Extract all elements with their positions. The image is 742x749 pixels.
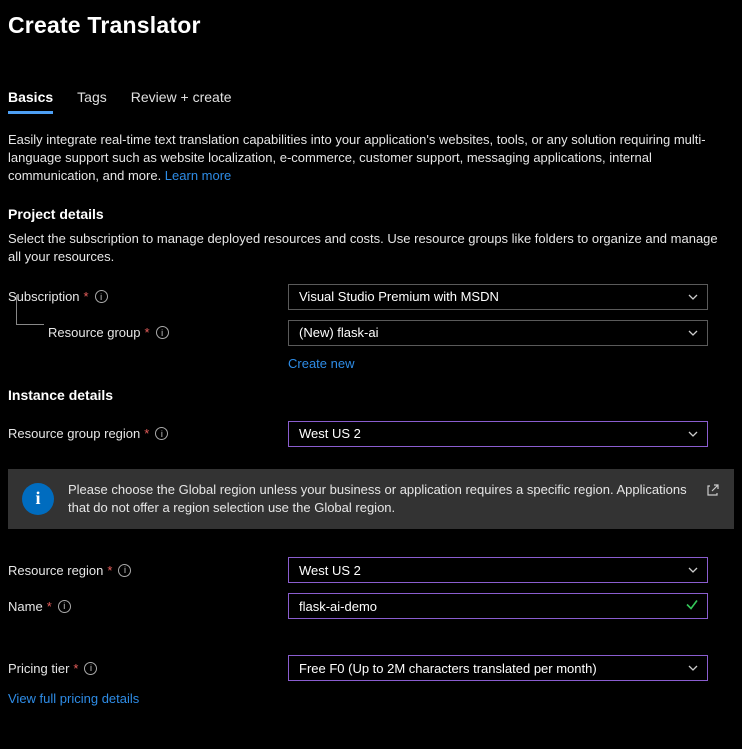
resource-group-select[interactable]: (New) flask-ai [288,320,708,346]
checkmark-icon [685,598,699,615]
name-input[interactable]: flask-ai-demo [288,593,708,619]
resource-group-label: Resource group * i [8,325,288,340]
chevron-down-icon [687,291,699,303]
external-link-icon[interactable] [706,483,720,502]
info-icon[interactable]: i [95,290,108,303]
create-new-link[interactable]: Create new [288,356,734,371]
resource-region-label-text: Resource region [8,563,103,578]
intro-text-body: Easily integrate real-time text translat… [8,132,706,183]
chevron-down-icon [687,662,699,674]
name-label: Name * i [8,599,288,614]
project-details-heading: Project details [8,206,734,222]
instance-details-heading: Instance details [8,387,734,403]
pricing-tier-row: Pricing tier * i Free F0 (Up to 2M chara… [8,655,734,681]
subscription-row: Subscription * i Visual Studio Premium w… [8,284,734,310]
subscription-select[interactable]: Visual Studio Premium with MSDN [288,284,708,310]
resource-group-row: Resource group * i (New) flask-ai [8,320,734,346]
tabs-bar: Basics Tags Review + create [8,89,734,115]
resource-group-region-select[interactable]: West US 2 [288,421,708,447]
subscription-value: Visual Studio Premium with MSDN [299,289,499,304]
chevron-down-icon [687,428,699,440]
resource-group-region-value: West US 2 [299,426,361,441]
name-value: flask-ai-demo [299,599,377,614]
subscription-label: Subscription * i [8,289,288,304]
resource-group-label-text: Resource group [48,325,141,340]
resource-group-region-row: Resource group region * i West US 2 [8,421,734,447]
tab-review-create[interactable]: Review + create [131,89,232,114]
region-info-text: Please choose the Global region unless y… [68,481,692,517]
region-info-banner: i Please choose the Global region unless… [8,469,734,529]
tab-tags[interactable]: Tags [77,89,107,114]
info-icon[interactable]: i [58,600,71,613]
indent-line [16,295,44,325]
required-asterisk: * [107,563,112,578]
pricing-tier-label: Pricing tier * i [8,661,288,676]
intro-text: Easily integrate real-time text translat… [8,131,734,186]
page-title: Create Translator [8,12,734,39]
required-asterisk: * [144,426,149,441]
resource-region-value: West US 2 [299,563,361,578]
resource-region-label: Resource region * i [8,563,288,578]
resource-region-row: Resource region * i West US 2 [8,557,734,583]
required-asterisk: * [84,289,89,304]
info-icon[interactable]: i [118,564,131,577]
info-icon[interactable]: i [155,427,168,440]
name-label-text: Name [8,599,43,614]
chevron-down-icon [687,564,699,576]
info-circle-icon: i [22,483,54,515]
project-details-desc: Select the subscription to manage deploy… [8,230,734,266]
resource-region-select[interactable]: West US 2 [288,557,708,583]
name-row: Name * i flask-ai-demo [8,593,734,619]
info-icon[interactable]: i [84,662,97,675]
pricing-details-link[interactable]: View full pricing details [8,691,734,706]
pricing-tier-label-text: Pricing tier [8,661,69,676]
learn-more-link[interactable]: Learn more [165,168,231,183]
info-icon[interactable]: i [156,326,169,339]
required-asterisk: * [73,661,78,676]
pricing-tier-select[interactable]: Free F0 (Up to 2M characters translated … [288,655,708,681]
chevron-down-icon [687,327,699,339]
tab-basics[interactable]: Basics [8,89,53,114]
resource-group-region-label-text: Resource group region [8,426,140,441]
required-asterisk: * [47,599,52,614]
pricing-tier-value: Free F0 (Up to 2M characters translated … [299,661,597,676]
resource-group-region-label: Resource group region * i [8,426,288,441]
required-asterisk: * [145,325,150,340]
resource-group-value: (New) flask-ai [299,325,378,340]
